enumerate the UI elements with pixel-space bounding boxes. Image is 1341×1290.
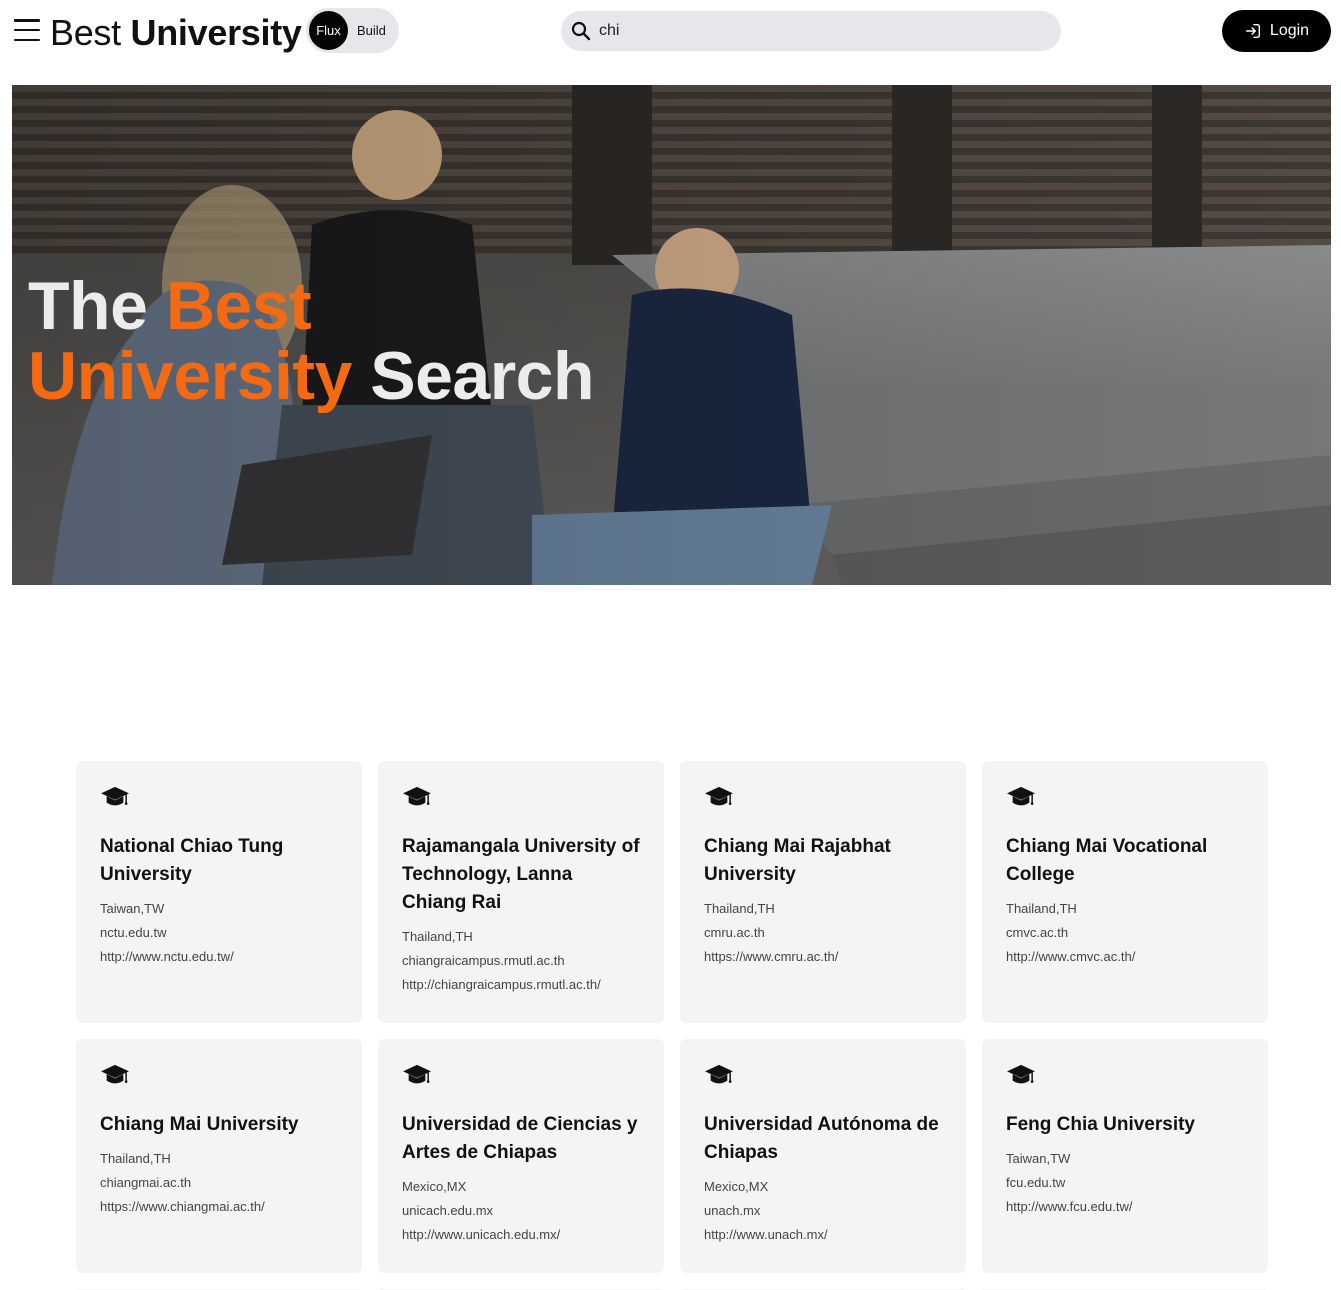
login-button[interactable]: Login bbox=[1222, 10, 1331, 52]
menu-icon[interactable] bbox=[14, 19, 40, 41]
hero-title: The Best University Search bbox=[28, 268, 595, 414]
brand-logo[interactable]: Best University bbox=[50, 12, 302, 54]
university-country: Taiwan,TW bbox=[100, 901, 165, 916]
university-name[interactable]: Universidad Autónoma de Chiapas bbox=[704, 1111, 942, 1167]
university-name[interactable]: Chiang Mai University bbox=[100, 1111, 338, 1139]
university-name[interactable]: Feng Chia University bbox=[1006, 1111, 1244, 1139]
graduation-cap-icon bbox=[403, 1064, 431, 1084]
hero-title-word-best: Best bbox=[165, 268, 312, 344]
university-domain: cmvc.ac.th bbox=[1006, 925, 1069, 940]
university-country: Thailand,TH bbox=[402, 929, 473, 944]
university-card[interactable]: National Chiao Tung University Taiwan,TW n… bbox=[76, 761, 362, 1023]
university-website-link[interactable]: http://www.nctu.edu.tw/ bbox=[100, 949, 234, 964]
university-website-link[interactable]: https://www.chiangmai.ac.th/ bbox=[100, 1199, 265, 1214]
university-domain: cmru.ac.th bbox=[704, 925, 765, 940]
university-name[interactable]: Rajamangala University of Technology, La… bbox=[402, 833, 640, 917]
search-icon bbox=[571, 21, 591, 41]
university-country: Thailand,TH bbox=[100, 1151, 171, 1166]
university-name[interactable]: National Chiao Tung University bbox=[100, 833, 338, 889]
university-country: Thailand,TH bbox=[1006, 901, 1077, 916]
toggle-option-build[interactable]: Build bbox=[357, 8, 386, 53]
hero-title-word-search: Search bbox=[370, 338, 595, 414]
university-country: Mexico,MX bbox=[704, 1179, 769, 1194]
university-country: Mexico,MX bbox=[402, 1179, 467, 1194]
university-name[interactable]: Universidad de Ciencias y Artes de Chiap… bbox=[402, 1111, 640, 1167]
university-domain: chiangraicampus.rmutl.ac.th bbox=[402, 953, 565, 968]
university-card[interactable]: Feng Chia University Taiwan,TW fcu.edu.tw h… bbox=[982, 1039, 1268, 1273]
university-website-link[interactable]: http://www.unicach.edu.mx/ bbox=[402, 1227, 560, 1242]
university-website-link[interactable]: https://www.cmru.ac.th/ bbox=[704, 949, 838, 964]
university-website-link[interactable]: http://www.unach.mx/ bbox=[704, 1227, 828, 1242]
graduation-cap-icon bbox=[1007, 1064, 1035, 1084]
graduation-cap-icon bbox=[403, 786, 431, 806]
graduation-cap-icon bbox=[1007, 786, 1035, 806]
university-domain: chiangmai.ac.th bbox=[100, 1175, 192, 1190]
graduation-cap-icon bbox=[705, 786, 733, 806]
hero-title-word-the: The bbox=[28, 268, 148, 344]
hero-title-word-university: University bbox=[28, 338, 352, 414]
top-bar: Best University Flux Build Login bbox=[0, 0, 1341, 64]
university-country: Taiwan,TW bbox=[1006, 1151, 1071, 1166]
brand-light-text: Best bbox=[50, 12, 121, 53]
university-name[interactable]: Chiang Mai Vocational College bbox=[1006, 833, 1244, 889]
university-card[interactable]: Universidad Autónoma de Chiapas Mexico,MX… bbox=[680, 1039, 966, 1273]
search-input[interactable] bbox=[599, 11, 1049, 51]
university-card[interactable]: Universidad de Ciencias y Artes de Chiap… bbox=[378, 1039, 664, 1273]
university-card[interactable]: Chiang Mai University Thailand,TH chiangma… bbox=[76, 1039, 362, 1273]
university-domain: nctu.edu.tw bbox=[100, 925, 167, 940]
university-card[interactable]: Chiang Mai Vocational College Thailand,TH… bbox=[982, 761, 1268, 1023]
university-website-link[interactable]: http://www.cmvc.ac.th/ bbox=[1006, 949, 1135, 964]
university-country: Thailand,TH bbox=[704, 901, 775, 916]
university-domain: fcu.edu.tw bbox=[1006, 1175, 1066, 1190]
login-icon bbox=[1245, 23, 1260, 39]
mode-toggle[interactable]: Flux Build bbox=[306, 8, 399, 53]
university-website-link[interactable]: http://chiangraicampus.rmutl.ac.th/ bbox=[402, 977, 601, 992]
university-card[interactable]: Chiang Mai Rajabhat University Thailand,T… bbox=[680, 761, 966, 1023]
university-domain: unach.mx bbox=[704, 1203, 761, 1218]
university-card[interactable]: Rajamangala University of Technology, La… bbox=[378, 761, 664, 1023]
toggle-option-flux[interactable]: Flux bbox=[309, 11, 348, 50]
login-label: Login bbox=[1269, 22, 1310, 39]
results-grid: National Chiao Tung University Taiwan,TW n… bbox=[76, 761, 1268, 1273]
search-bar[interactable] bbox=[561, 11, 1061, 51]
graduation-cap-icon bbox=[705, 1064, 733, 1084]
graduation-cap-icon bbox=[101, 786, 129, 806]
university-name[interactable]: Chiang Mai Rajabhat University bbox=[704, 833, 942, 889]
graduation-cap-icon bbox=[101, 1064, 129, 1084]
university-website-link[interactable]: http://www.fcu.edu.tw/ bbox=[1006, 1199, 1132, 1214]
university-domain: unicach.edu.mx bbox=[402, 1203, 494, 1218]
brand-bold-text: University bbox=[130, 12, 302, 53]
hero-banner: The Best University Search bbox=[12, 85, 1331, 585]
